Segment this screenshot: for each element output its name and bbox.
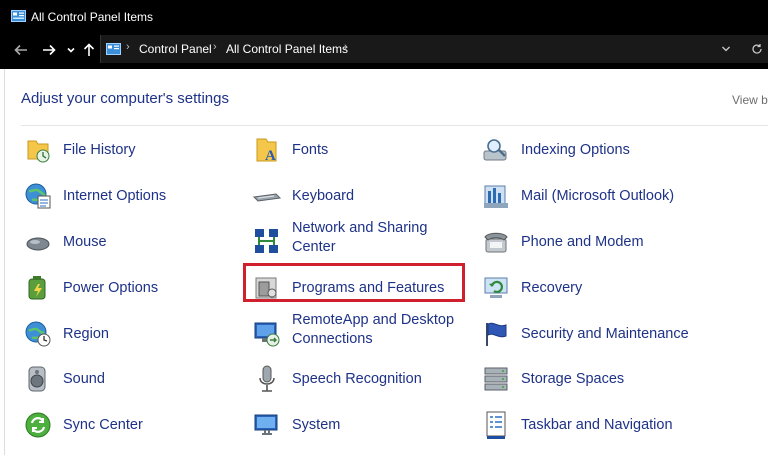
control-panel-icon	[106, 43, 121, 55]
item-label: Fonts	[292, 142, 329, 158]
page-heading: Adjust your computer's settings	[21, 90, 229, 107]
sync-center-icon	[25, 412, 51, 438]
mail-icon	[484, 185, 508, 208]
control-panel-icon	[11, 10, 26, 22]
item-label: RemoteApp and Desktop Connections	[292, 312, 455, 347]
breadcrumb-separator-icon: ›	[126, 41, 130, 53]
view-by-label[interactable]: View by	[732, 93, 768, 107]
power-options-icon	[28, 276, 46, 300]
forward-arrow-icon[interactable]	[38, 39, 60, 61]
speaker-icon	[28, 366, 46, 392]
item-label: File History	[63, 142, 136, 158]
item-label: Taskbar and Navigation	[521, 417, 673, 433]
breadcrumb-all-items[interactable]: All Control Panel Items	[226, 42, 348, 56]
up-arrow-icon[interactable]	[78, 39, 100, 61]
divider	[21, 125, 768, 126]
indexing-options-icon	[483, 139, 507, 161]
item-label: Mail (Microsoft Outlook)	[521, 188, 675, 204]
address-bar[interactable]: › Control Panel › All Control Panel Item…	[100, 35, 768, 63]
item-label: Mouse	[63, 234, 107, 250]
item-label: Internet Options	[63, 188, 167, 204]
item-label: Recovery	[521, 280, 583, 296]
item-label: Speech Recognition	[292, 371, 422, 387]
system-monitor-icon	[254, 414, 278, 435]
item-label: Sound	[63, 371, 105, 387]
address-dropdown-chevron-icon[interactable]	[721, 45, 731, 53]
item-label: Security and Maintenance	[521, 326, 689, 342]
taskbar-icon	[486, 411, 506, 439]
breadcrumb-separator-icon: ›	[344, 41, 348, 53]
window-title: All Control Panel Items	[31, 10, 154, 24]
item-label: Indexing Options	[521, 142, 630, 158]
title-bar: All Control Panel Items	[0, 0, 768, 33]
fonts-icon: A	[256, 138, 277, 164]
item-label: Storage Spaces	[521, 371, 625, 387]
phone-icon	[484, 232, 508, 253]
network-icon	[255, 229, 278, 253]
svg-text:A: A	[265, 148, 276, 164]
navigation-bar: › Control Panel › All Control Panel Item…	[0, 33, 768, 69]
recovery-icon	[484, 277, 508, 298]
item-label: Keyboard	[292, 188, 355, 204]
back-arrow-icon[interactable]	[10, 39, 32, 61]
remoteapp-icon	[254, 322, 280, 347]
item-label: Sync Center	[63, 417, 143, 433]
breadcrumb-control-panel[interactable]: Control Panel	[139, 42, 212, 56]
keyboard-icon	[252, 193, 282, 202]
mouse-icon	[26, 237, 50, 251]
refresh-icon[interactable]	[751, 43, 763, 55]
control-panel-content: Adjust your computer's settings View by …	[4, 69, 768, 455]
security-flag-icon	[486, 322, 507, 346]
item-label: Phone and Modem	[521, 234, 644, 250]
item-label: Network and Sharing Center	[292, 220, 428, 255]
microphone-icon	[259, 365, 275, 392]
item-label: System	[292, 417, 341, 433]
region-icon	[25, 321, 51, 347]
file-history-icon	[27, 140, 50, 163]
highlight-box	[243, 263, 465, 302]
item-label: Region	[63, 326, 109, 342]
storage-spaces-icon	[484, 367, 508, 391]
internet-options-icon	[25, 183, 51, 209]
item-label: Power Options	[63, 280, 159, 296]
breadcrumb-separator-icon: ›	[213, 41, 217, 53]
